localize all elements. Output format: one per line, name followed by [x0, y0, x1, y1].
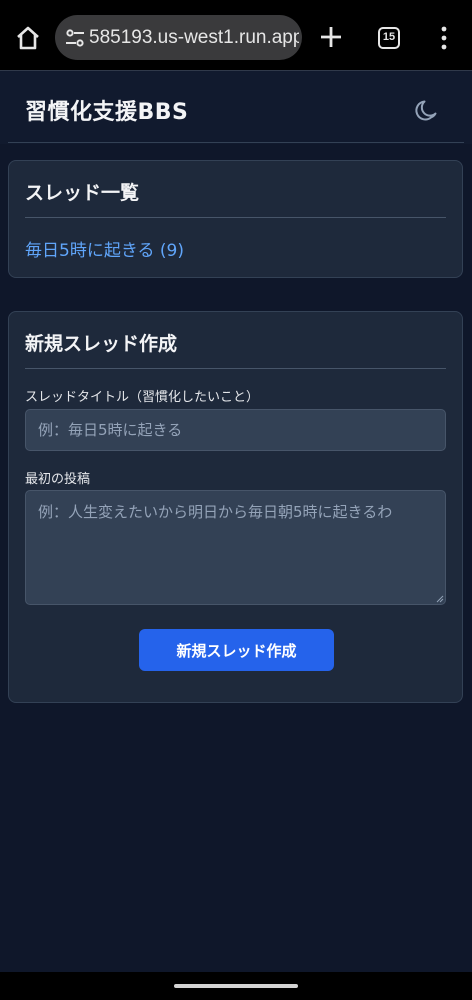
resize-handle-icon[interactable]: [436, 595, 444, 603]
thread-link[interactable]: 毎日5時に起きる (9): [25, 236, 184, 261]
home-gesture-handle[interactable]: [174, 984, 298, 988]
plus-icon[interactable]: [318, 24, 344, 50]
create-thread-button[interactable]: 新規スレッド作成: [139, 629, 334, 671]
tune-icon[interactable]: [65, 28, 85, 48]
thread-title-label: スレッドタイトル（習慣化したいこと）: [25, 390, 260, 405]
new-thread-divider: [25, 368, 446, 369]
thread-list-card: スレッド一覧 毎日5時に起きる (9): [8, 160, 463, 278]
moon-icon[interactable]: [414, 97, 440, 123]
thread-title-input[interactable]: [25, 409, 446, 451]
app-title: 習慣化支援BBS: [25, 100, 189, 125]
new-thread-card: 新規スレッド作成 スレッドタイトル（習慣化したいこと） 最初の投稿 新規スレッド…: [8, 311, 463, 703]
first-post-textarea[interactable]: [25, 490, 446, 605]
system-nav-bar: [0, 972, 472, 1000]
more-vert-icon[interactable]: [436, 25, 452, 51]
header-divider: [8, 142, 464, 143]
first-post-label: 最初の投稿: [25, 472, 91, 487]
browser-toolbar: 585193.us-west1.run.app 15: [0, 0, 472, 70]
new-thread-heading: 新規スレッド作成: [25, 333, 178, 355]
thread-list-heading: スレッド一覧: [25, 182, 140, 204]
app-header: 習慣化支援BBS: [0, 70, 472, 144]
first-post-wrapper: [25, 490, 446, 605]
thread-list-divider: [25, 217, 446, 218]
url-text: 585193.us-west1.run.app: [89, 27, 299, 48]
home-icon[interactable]: [14, 24, 42, 52]
address-bar[interactable]: 585193.us-west1.run.app: [55, 15, 302, 60]
tab-switcher-icon[interactable]: 15: [378, 27, 400, 49]
